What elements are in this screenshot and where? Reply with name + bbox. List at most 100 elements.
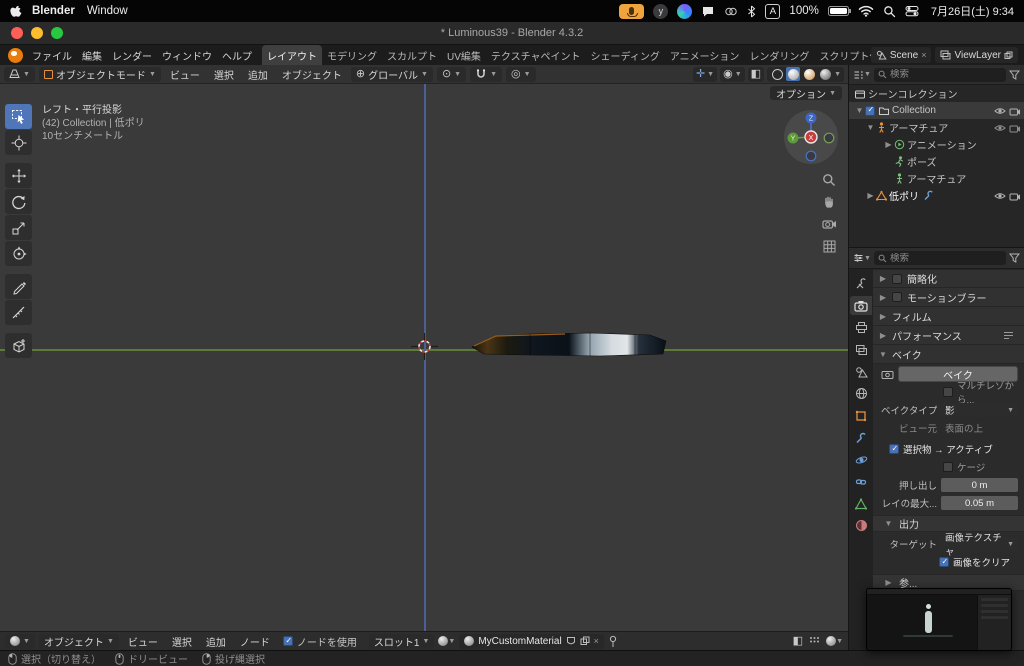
properties-tab-view-layer[interactable] <box>850 340 872 359</box>
search-icon[interactable] <box>883 5 896 18</box>
apple-menu-icon[interactable] <box>10 4 22 18</box>
viewport-menu-select[interactable]: 選択 <box>209 67 239 82</box>
properties-filter-button[interactable] <box>1009 253 1020 263</box>
split-area-icon[interactable]: ◧ <box>793 635 803 647</box>
shader-type-selector[interactable]: オブジェクト ▼ <box>38 633 119 649</box>
blender-logo-menu[interactable] <box>8 47 23 63</box>
properties-tab-physics[interactable] <box>850 450 872 469</box>
panel-motion-blur[interactable]: ▶ モーションブラー <box>873 288 1024 307</box>
hide-eye-icon[interactable] <box>994 123 1006 133</box>
outliner-row-scene-collection[interactable]: シーンコレクション <box>849 85 1024 102</box>
unlink-scene-icon[interactable]: × <box>921 50 926 60</box>
properties-tab-output[interactable] <box>850 318 872 337</box>
material-name-field[interactable]: MyCustomMaterial × <box>459 633 604 649</box>
workspace-tab-uv-editing[interactable]: UV編集 <box>442 45 486 65</box>
viewport-menu-object[interactable]: オブジェクト <box>277 67 347 82</box>
pivot-point-selector[interactable]: ⊙ ▼ <box>436 66 467 82</box>
workspace-tab-scripting[interactable]: スクリプト作成 <box>814 45 870 65</box>
properties-tab-render[interactable] <box>850 296 872 315</box>
collection-checkbox[interactable] <box>865 105 875 116</box>
render-preview-window[interactable] <box>866 588 1012 651</box>
chevron-right-icon[interactable]: ▶ <box>883 140 894 149</box>
panel-performance[interactable]: ▶ パフォーマンス <box>873 326 1024 345</box>
workspace-tab-texture-paint[interactable]: テクスチャペイント <box>486 45 586 65</box>
from-multires-checkbox[interactable] <box>943 387 953 397</box>
target-dropdown[interactable]: 画像テクスチャ ▼ <box>941 533 1018 558</box>
properties-tab-object[interactable] <box>850 406 872 425</box>
proportional-edit-selector[interactable]: ◎ ▼ <box>506 66 536 82</box>
shading-solid-button[interactable] <box>786 67 801 81</box>
clear-image-checkbox[interactable] <box>939 557 949 567</box>
rotate-tool[interactable] <box>5 189 32 214</box>
outliner-filter-button[interactable] <box>1009 70 1020 80</box>
viewlayer-selector[interactable]: ViewLayer <box>935 47 1018 63</box>
new-viewlayer-icon[interactable] <box>1004 51 1013 60</box>
viewport-shading-pill[interactable]: ▼ <box>826 636 843 646</box>
outliner-row-armature-data[interactable]: アーマチュア <box>849 170 1024 187</box>
preset-icon[interactable] <box>1003 331 1014 340</box>
browse-material-button[interactable]: ▼ <box>438 636 455 646</box>
use-nodes-toggle[interactable]: ノードを使用 <box>282 634 357 649</box>
snap-selector[interactable]: ▼ <box>470 66 503 82</box>
macos-app-menu[interactable]: Blender <box>32 5 75 17</box>
properties-tab-object-data[interactable] <box>850 494 872 513</box>
workspace-tab-rendering[interactable]: レンダリング <box>744 45 814 65</box>
tool-options-button[interactable]: オプション ▼ <box>770 86 842 101</box>
xray-toggle[interactable]: ◧ <box>747 66 765 82</box>
pin-icon[interactable] <box>608 635 618 648</box>
knot-icon[interactable] <box>724 5 738 18</box>
mode-selector[interactable]: オブジェクトモード ▼ <box>38 66 161 82</box>
gizmo-y-neg-axis[interactable] <box>823 132 835 144</box>
navigation-gizmo[interactable]: Z Y X <box>782 108 840 166</box>
properties-tab-constraints[interactable] <box>850 472 872 491</box>
use-nodes-checkbox[interactable] <box>282 636 293 646</box>
outliner-row-armature-object[interactable]: ▼ アーマチュア <box>849 119 1024 136</box>
outliner-search[interactable] <box>873 67 1006 82</box>
pan-view-button[interactable] <box>819 192 839 212</box>
fake-user-shield-icon[interactable] <box>566 636 576 647</box>
motion-blur-checkbox[interactable] <box>892 292 902 302</box>
viewport-menu-view[interactable]: ビュー <box>165 67 205 82</box>
viewport-menu-add[interactable]: 追加 <box>243 67 273 82</box>
properties-tab-scene[interactable] <box>850 362 872 381</box>
disable-render-camera-icon[interactable] <box>1009 123 1021 133</box>
wifi-icon[interactable] <box>858 5 874 17</box>
mic-indicator[interactable] <box>619 3 645 19</box>
workspace-tab-animation[interactable]: アニメーション <box>665 45 745 65</box>
menu-edit[interactable]: 編集 <box>77 48 107 63</box>
properties-tab-material[interactable] <box>850 516 872 535</box>
gizmo-toggle[interactable]: ✛ ▼ <box>692 66 718 82</box>
outliner-row-lowpoly[interactable]: ▶ 低ポリ <box>849 187 1024 204</box>
cursor-tool[interactable] <box>5 130 32 155</box>
properties-tab-world[interactable] <box>850 384 872 403</box>
control-center-icon[interactable] <box>905 5 919 17</box>
bluetooth-icon[interactable] <box>747 5 756 18</box>
panel-bake[interactable]: ▼ ベイク <box>873 345 1024 364</box>
snap-grid-icon[interactable] <box>809 636 820 647</box>
menu-file[interactable]: ファイル <box>27 48 77 63</box>
shader-menu-node[interactable]: ノード <box>235 634 275 649</box>
outliner-editor-type-selector[interactable]: ▼ <box>853 70 871 80</box>
low-poly-mesh-object[interactable] <box>470 328 668 362</box>
camera-view-button[interactable] <box>819 214 839 234</box>
panel-simplify[interactable]: ▶ 簡略化 <box>873 269 1024 288</box>
annotate-tool[interactable] <box>5 274 32 299</box>
properties-tab-modifiers[interactable] <box>850 428 872 447</box>
measure-tool[interactable] <box>5 300 32 325</box>
bake-type-dropdown[interactable]: 影 ▼ <box>941 403 1018 417</box>
gizmo-z-neg-axis[interactable] <box>805 150 817 162</box>
outliner-search-input[interactable] <box>889 69 1002 80</box>
simplify-checkbox[interactable] <box>892 273 902 284</box>
input-source-icon[interactable]: A <box>765 3 781 19</box>
menu-render[interactable]: レンダー <box>107 48 157 63</box>
shading-wireframe-button[interactable] <box>770 67 784 81</box>
shader-editor-type-selector[interactable]: ▼ <box>5 633 35 649</box>
scene-selector[interactable]: Scene × <box>870 47 932 63</box>
workspace-tab-shading[interactable]: シェーディング <box>586 45 665 65</box>
shader-menu-select[interactable]: 選択 <box>167 634 197 649</box>
chevron-down-icon[interactable]: ▼ <box>854 106 865 115</box>
workspace-tab-modeling[interactable]: モデリング <box>322 45 382 65</box>
assistant-swirl-icon[interactable] <box>677 3 693 19</box>
overlays-toggle[interactable]: ◉ ▼ <box>720 66 745 82</box>
extrusion-field[interactable]: 0 m <box>941 478 1018 492</box>
